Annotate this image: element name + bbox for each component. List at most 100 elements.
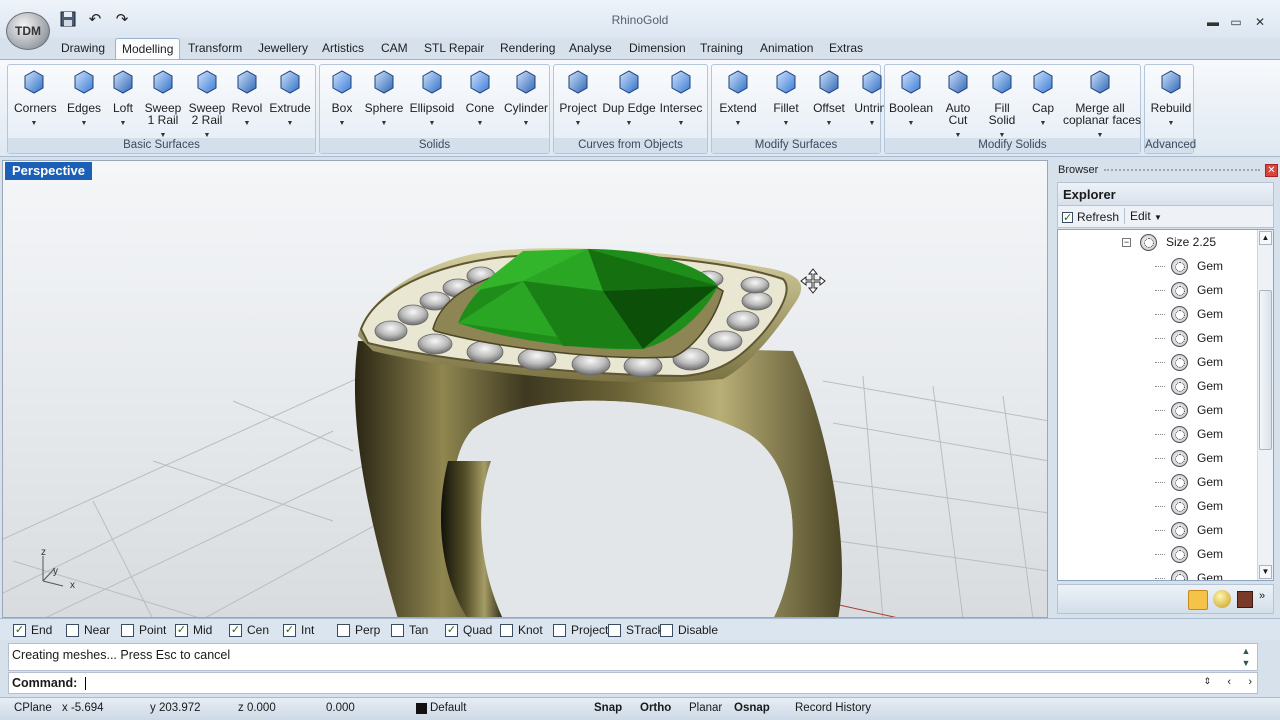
cylinder-button[interactable]: Cylinder ▼ xyxy=(502,68,550,130)
box-button[interactable]: Box ▼ xyxy=(326,68,358,130)
osnap-cen[interactable]: ✓ Cen xyxy=(229,622,269,638)
checkbox[interactable]: ✓ xyxy=(175,623,188,637)
viewport-title[interactable]: Perspective xyxy=(5,162,92,180)
osnap-strack[interactable]: STrack xyxy=(608,622,664,638)
dropdown-arrow-icon[interactable]: ▼ xyxy=(326,118,358,130)
fill-solid-button[interactable]: Fill Solid ▼ xyxy=(981,68,1023,142)
close-icon[interactable]: ✕ xyxy=(1265,164,1278,177)
tab-extras[interactable]: Extras xyxy=(823,38,869,60)
tree-node-gem[interactable]: Gem xyxy=(1155,327,1223,349)
loft-button[interactable]: Loft ▼ xyxy=(104,68,142,130)
checkbox[interactable] xyxy=(121,623,134,637)
command-line[interactable]: Command: ⇕ ‹ › xyxy=(8,672,1258,694)
osnap-perp[interactable]: Perp xyxy=(337,622,380,638)
merge-all-coplanar-faces-button[interactable]: Merge all coplanar faces ▼ xyxy=(1063,68,1141,142)
checkbox[interactable] xyxy=(66,623,79,637)
tab-dimension[interactable]: Dimension xyxy=(623,38,692,60)
collapse-icon[interactable]: − xyxy=(1122,237,1131,247)
perspective-viewport[interactable]: Perspective z y x xyxy=(2,160,1048,618)
extend-button[interactable]: Extend ▼ xyxy=(716,68,760,130)
tree-node-size[interactable]: − Size 2.25 xyxy=(1122,231,1216,253)
checkbox[interactable] xyxy=(391,623,404,637)
ortho-toggle[interactable]: Ortho xyxy=(640,702,671,714)
checkbox[interactable] xyxy=(500,623,513,637)
dropdown-arrow-icon[interactable]: ▼ xyxy=(14,118,54,130)
osnap-point[interactable]: Point xyxy=(121,622,166,638)
sweep-2-rail-button[interactable]: Sweep 2 Rail ▼ xyxy=(186,68,228,142)
osnap-int[interactable]: ✓ Int xyxy=(283,622,314,638)
dup-edge-button[interactable]: Dup Edge ▼ xyxy=(602,68,656,130)
tab-stl-repair[interactable]: STL Repair xyxy=(418,38,490,60)
auto-cut-button[interactable]: Auto Cut ▼ xyxy=(939,68,977,142)
dropdown-arrow-icon[interactable]: ▼ xyxy=(1149,118,1193,130)
checkbox[interactable]: ✓ xyxy=(445,623,458,637)
rebuild-button[interactable]: Rebuild ▼ xyxy=(1149,68,1193,130)
dropdown-arrow-icon[interactable]: ▼ xyxy=(766,118,806,130)
osnap-mid[interactable]: ✓ Mid xyxy=(175,622,212,638)
dropdown-arrow-icon[interactable]: ▼ xyxy=(808,118,850,130)
dropdown-arrow-icon[interactable]: ▼ xyxy=(602,118,656,130)
checkbox[interactable] xyxy=(608,623,621,637)
tab-drawing[interactable]: Drawing xyxy=(55,38,111,60)
planar-toggle[interactable]: Planar xyxy=(689,702,722,714)
boolean-button[interactable]: Boolean ▼ xyxy=(889,68,933,130)
maximize-button[interactable]: ▭ xyxy=(1227,14,1245,30)
tree-node-gem[interactable]: Gem xyxy=(1155,303,1223,325)
panel-grip[interactable] xyxy=(1104,169,1260,173)
record-history-toggle[interactable]: Record History xyxy=(795,702,871,714)
tree-scrollbar[interactable]: ▲ ▼ xyxy=(1257,230,1273,580)
osnap-toggle[interactable]: Osnap xyxy=(734,702,770,714)
dropdown-arrow-icon[interactable]: ▼ xyxy=(408,118,456,130)
refresh-button[interactable]: ✓ Refresh xyxy=(1062,210,1119,224)
dropdown-arrow-icon[interactable]: ▼ xyxy=(364,118,404,130)
snap-toggle[interactable]: Snap xyxy=(594,702,622,714)
checkbox[interactable] xyxy=(553,623,566,637)
osnap-knot[interactable]: Knot xyxy=(500,622,543,638)
tree-node-gem[interactable]: Gem xyxy=(1155,279,1223,301)
dropdown-arrow-icon[interactable]: ▼ xyxy=(502,118,550,130)
scroll-down-icon[interactable]: ▼ xyxy=(1238,658,1254,668)
tab-analyse[interactable]: Analyse xyxy=(563,38,618,60)
offset-button[interactable]: Offset ▼ xyxy=(808,68,850,130)
status-cplane[interactable]: CPlane xyxy=(14,702,52,714)
tab-artistics[interactable]: Artistics xyxy=(316,38,370,60)
material-icon[interactable] xyxy=(1213,590,1231,608)
clock-icon[interactable] xyxy=(1188,590,1208,610)
edit-menu-button[interactable]: Edit ▼ xyxy=(1130,209,1162,223)
osnap-near[interactable]: Near xyxy=(66,622,110,638)
tree-node-gem[interactable]: Gem xyxy=(1155,447,1223,469)
dropdown-arrow-icon[interactable]: ▼ xyxy=(268,118,312,130)
tree-node-gem[interactable]: Gem xyxy=(1155,495,1223,517)
tree-node-gem[interactable]: Gem xyxy=(1155,351,1223,373)
tree-node-gem[interactable]: Gem xyxy=(1155,519,1223,541)
dropdown-arrow-icon[interactable]: ▼ xyxy=(104,118,142,130)
tree-node-gem[interactable]: Gem xyxy=(1155,423,1223,445)
tab-jewellery[interactable]: Jewellery xyxy=(252,38,314,60)
scroll-down-icon[interactable]: ▼ xyxy=(1259,565,1272,579)
app-menu-button[interactable]: TDM xyxy=(6,12,50,50)
tree-node-gem[interactable]: Gem xyxy=(1155,399,1223,421)
checkbox[interactable]: ✓ xyxy=(229,623,242,637)
osnap-disable[interactable]: Disable xyxy=(660,622,718,638)
tab-rendering[interactable]: Rendering xyxy=(494,38,561,60)
dropdown-arrow-icon[interactable]: ▼ xyxy=(558,118,598,130)
project-button[interactable]: Project ▼ xyxy=(558,68,598,130)
explorer-tree[interactable]: − Size 2.25 Gem Gem Gem Gem Gem Gem Gem Gem Gem G… xyxy=(1057,229,1274,581)
library-icon[interactable] xyxy=(1237,591,1253,608)
tab-modelling[interactable]: Modelling xyxy=(115,38,181,60)
tab-cam[interactable]: CAM xyxy=(375,38,414,60)
dropdown-arrow-icon[interactable]: ▼ xyxy=(462,118,498,130)
tree-node-gem[interactable]: Gem xyxy=(1155,567,1223,580)
fillet-button[interactable]: Fillet ▼ xyxy=(766,68,806,130)
status-layer[interactable]: Default xyxy=(416,702,466,714)
osnap-end[interactable]: ✓ End xyxy=(13,622,52,638)
scroll-up-icon[interactable]: ▲ xyxy=(1238,646,1254,656)
tree-node-gem[interactable]: Gem xyxy=(1155,375,1223,397)
tree-node-gem[interactable]: Gem xyxy=(1155,543,1223,565)
scroll-up-icon[interactable]: ▲ xyxy=(1259,231,1272,245)
osnap-project[interactable]: Project xyxy=(553,622,608,638)
dropdown-arrow-icon[interactable]: ▼ xyxy=(658,118,704,130)
checkbox[interactable]: ✓ xyxy=(13,623,26,637)
overflow-icon[interactable]: » xyxy=(1259,590,1265,602)
dropdown-arrow-icon[interactable]: ▼ xyxy=(716,118,760,130)
